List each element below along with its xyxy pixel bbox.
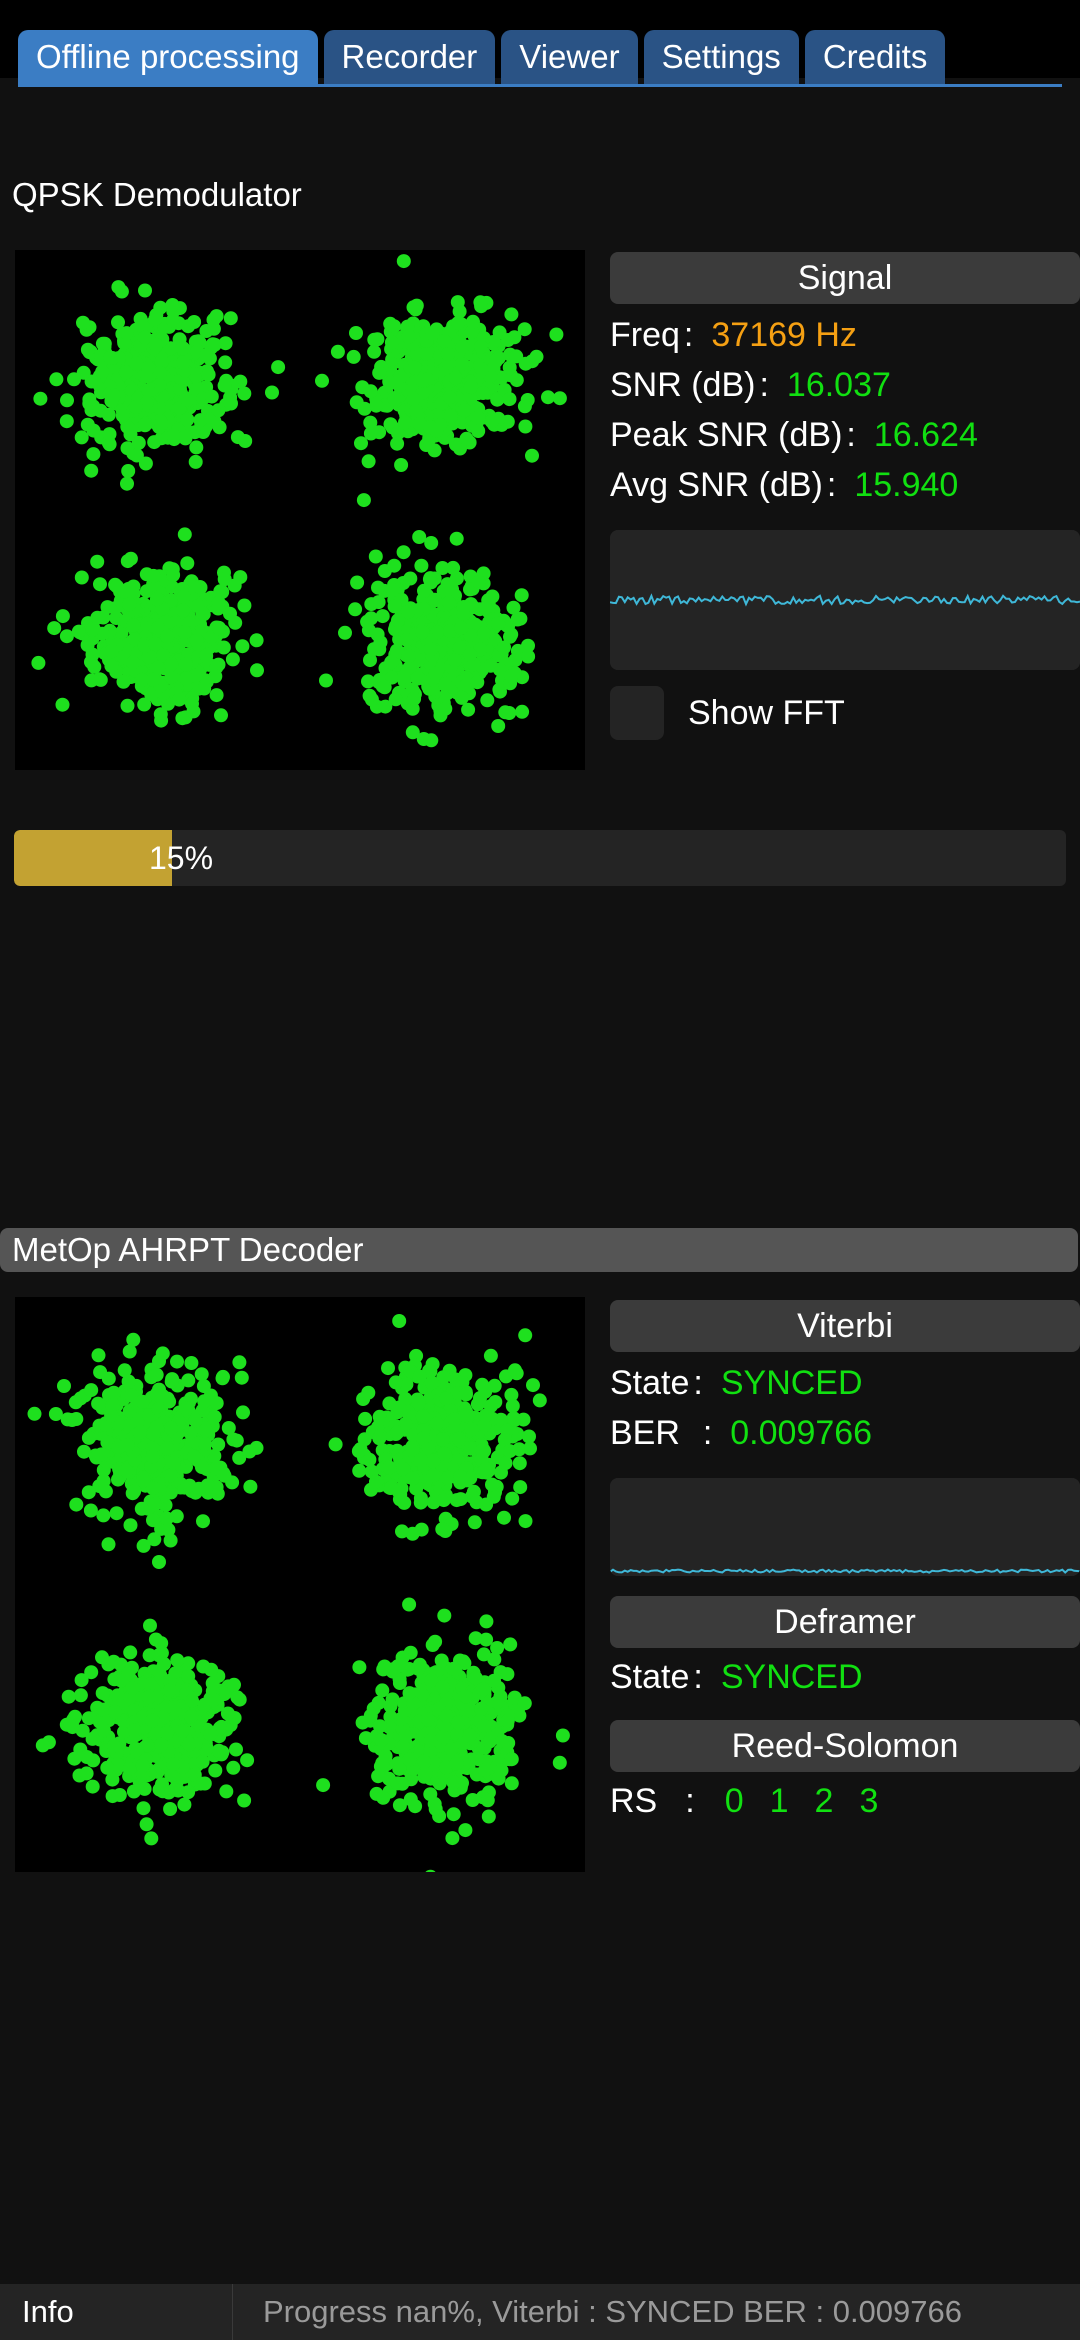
signal-row-peak-snr: Peak SNR (dB) : 16.624 xyxy=(610,416,1080,466)
metop-decoder-section-header[interactable]: MetOp AHRPT Decoder xyxy=(0,1228,1078,1272)
reed-solomon-value-3: 3 xyxy=(859,1782,879,1820)
reed-solomon-value-2: 2 xyxy=(814,1782,834,1820)
processing-progress-bar: 15% xyxy=(14,830,1066,886)
deframer-state-value: SYNCED xyxy=(720,1658,863,1696)
signal-row-snr: SNR (dB) : 16.037 xyxy=(610,366,1080,416)
signal-info-column: Signal Freq : 37169 Hz SNR (dB) : 16.037… xyxy=(610,252,1080,740)
tab-label: Viewer xyxy=(519,38,620,75)
tab-label: Settings xyxy=(661,38,781,75)
signal-panel-header: Signal xyxy=(610,252,1080,304)
deframer-state-separator: : xyxy=(693,1658,703,1696)
tab-credits[interactable]: Credits xyxy=(804,30,946,84)
signal-row-freq: Freq : 37169 Hz xyxy=(610,316,1080,366)
signal-peak-snr-label: Peak SNR (dB) xyxy=(610,416,843,454)
tab-settings[interactable]: Settings xyxy=(643,30,799,84)
signal-freq-value: 37169 Hz xyxy=(711,316,857,354)
signal-avg-snr-value: 15.940 xyxy=(854,466,959,504)
signal-avg-snr-label: Avg SNR (dB) xyxy=(610,466,823,504)
tab-recorder[interactable]: Recorder xyxy=(323,30,496,84)
viterbi-ber-label: BER xyxy=(610,1414,699,1452)
tab-offline-processing[interactable]: Offline processing xyxy=(18,30,318,84)
qpsk-constellation-plot[interactable] xyxy=(15,250,585,770)
viterbi-state-label: State xyxy=(610,1364,690,1402)
viterbi-panel-header: Viterbi xyxy=(610,1300,1080,1352)
signal-peak-snr-value: 16.624 xyxy=(873,416,978,454)
reed-solomon-panel-header: Reed-Solomon xyxy=(610,1720,1080,1772)
deframer-state-label: State xyxy=(610,1658,690,1696)
reed-solomon-row: RS : 0 1 2 3 xyxy=(610,1782,1080,1832)
main-tab-bar[interactable]: Offline processing Recorder Viewer Setti… xyxy=(0,26,1080,84)
signal-snr-value: 16.037 xyxy=(786,366,891,404)
tab-label: Offline processing xyxy=(36,38,300,75)
viterbi-row-state: State : SYNCED xyxy=(610,1364,1080,1414)
tab-label: Credits xyxy=(822,38,928,75)
viterbi-ber-value: 0.009766 xyxy=(730,1414,873,1452)
info-bar-label: Info xyxy=(0,2284,233,2340)
tab-label: Recorder xyxy=(341,38,478,75)
reed-solomon-value-1: 1 xyxy=(769,1782,789,1820)
viterbi-row-ber: BER : 0.009766 xyxy=(610,1414,1080,1464)
signal-row-avg-snr: Avg SNR (dB) : 15.940 xyxy=(610,466,1080,516)
deframer-panel-header: Deframer xyxy=(610,1596,1080,1648)
qpsk-demodulator-title: QPSK Demodulator xyxy=(12,176,302,213)
tab-underline xyxy=(18,84,1062,87)
metop-decoder-section-title: MetOp AHRPT Decoder xyxy=(12,1231,364,1268)
reed-solomon-label: RS xyxy=(610,1782,658,1820)
reed-solomon-separator: : xyxy=(685,1782,695,1820)
fft-signal-plot[interactable] xyxy=(610,530,1080,670)
deframer-row-state: State : SYNCED xyxy=(610,1658,1080,1708)
bottom-info-bar: Info Progress nan%, Viterbi : SYNCED BER… xyxy=(0,2284,1080,2340)
signal-avg-snr-separator: : xyxy=(826,466,837,504)
progress-bar-label: 15% xyxy=(149,839,214,876)
signal-snr-label: SNR (dB) xyxy=(610,366,756,404)
viterbi-state-separator: : xyxy=(693,1364,703,1402)
reed-solomon-value-0: 0 xyxy=(724,1782,744,1820)
app-root: Offline processing Recorder Viewer Setti… xyxy=(0,0,1080,2340)
viterbi-ber-separator: : xyxy=(702,1414,713,1452)
show-fft-row[interactable]: Show FFT xyxy=(610,686,1080,740)
signal-freq-label: Freq xyxy=(610,316,680,354)
show-fft-checkbox[interactable] xyxy=(610,686,664,740)
viterbi-state-value: SYNCED xyxy=(720,1364,863,1402)
signal-peak-snr-separator: : xyxy=(846,416,856,454)
metop-constellation-plot[interactable] xyxy=(15,1297,585,1872)
signal-snr-separator: : xyxy=(759,366,769,404)
info-bar-message: Progress nan%, Viterbi : SYNCED BER : 0.… xyxy=(263,2294,962,2329)
signal-freq-separator: : xyxy=(683,316,694,354)
decoder-info-column: Viterbi State : SYNCED BER : 0.009766 De… xyxy=(610,1300,1080,1832)
show-fft-label: Show FFT xyxy=(688,693,845,732)
tab-viewer[interactable]: Viewer xyxy=(501,30,638,84)
viterbi-ber-plot[interactable] xyxy=(610,1478,1080,1576)
